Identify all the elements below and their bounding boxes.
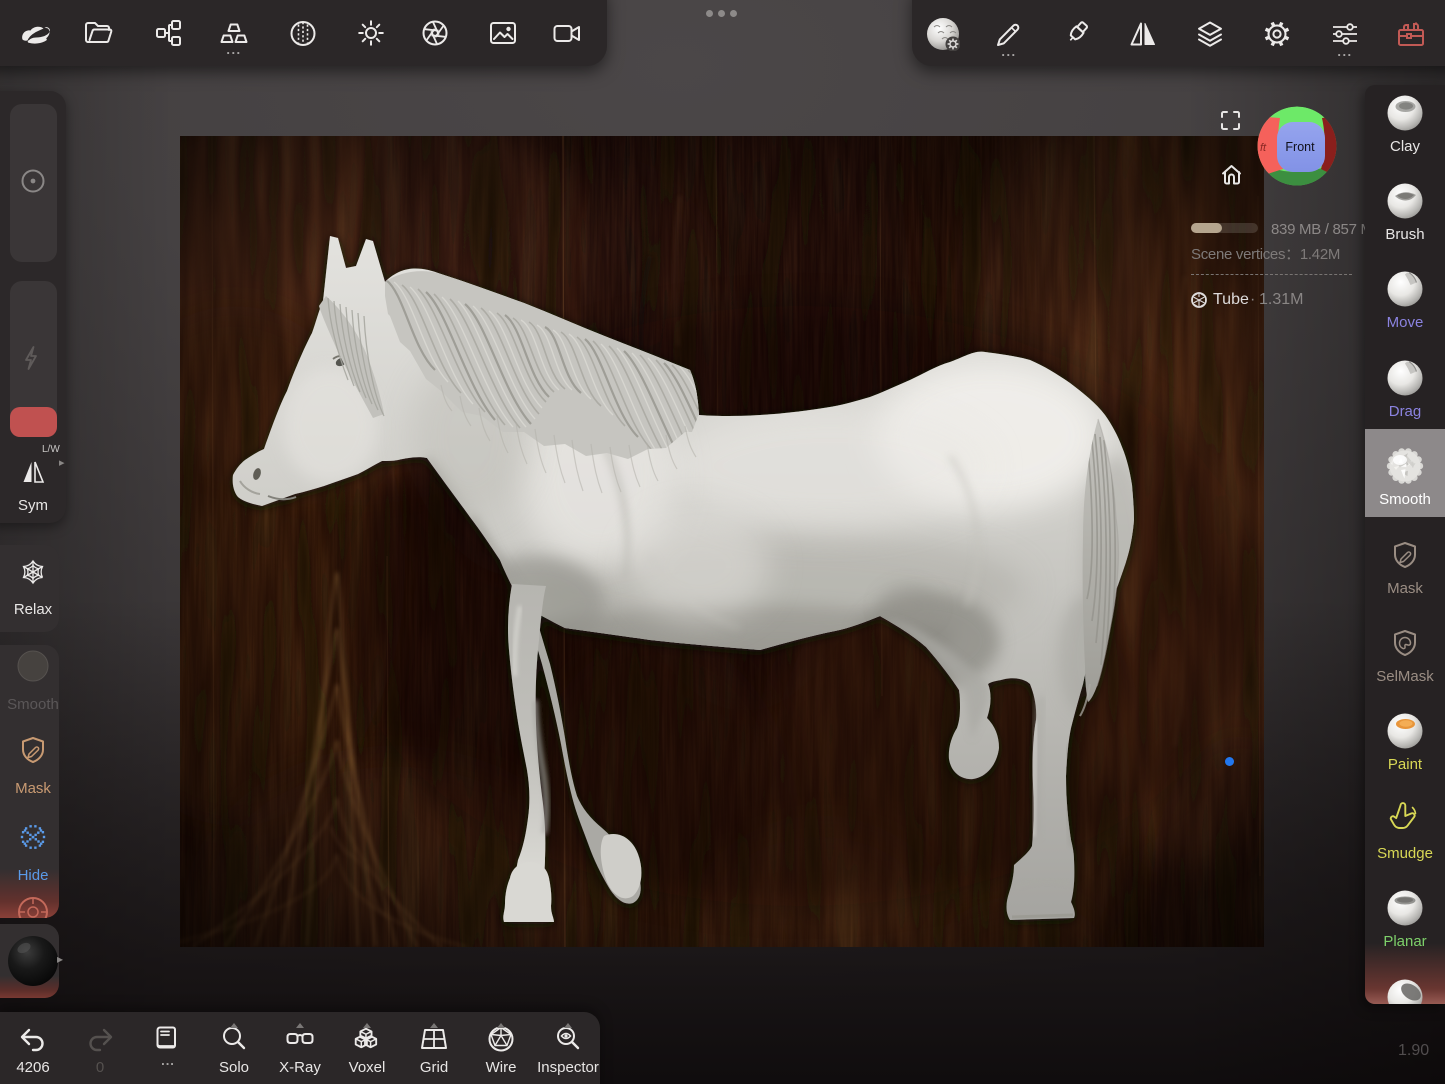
svg-text:ft: ft	[1260, 142, 1267, 154]
svg-text:Front: Front	[1285, 140, 1315, 154]
